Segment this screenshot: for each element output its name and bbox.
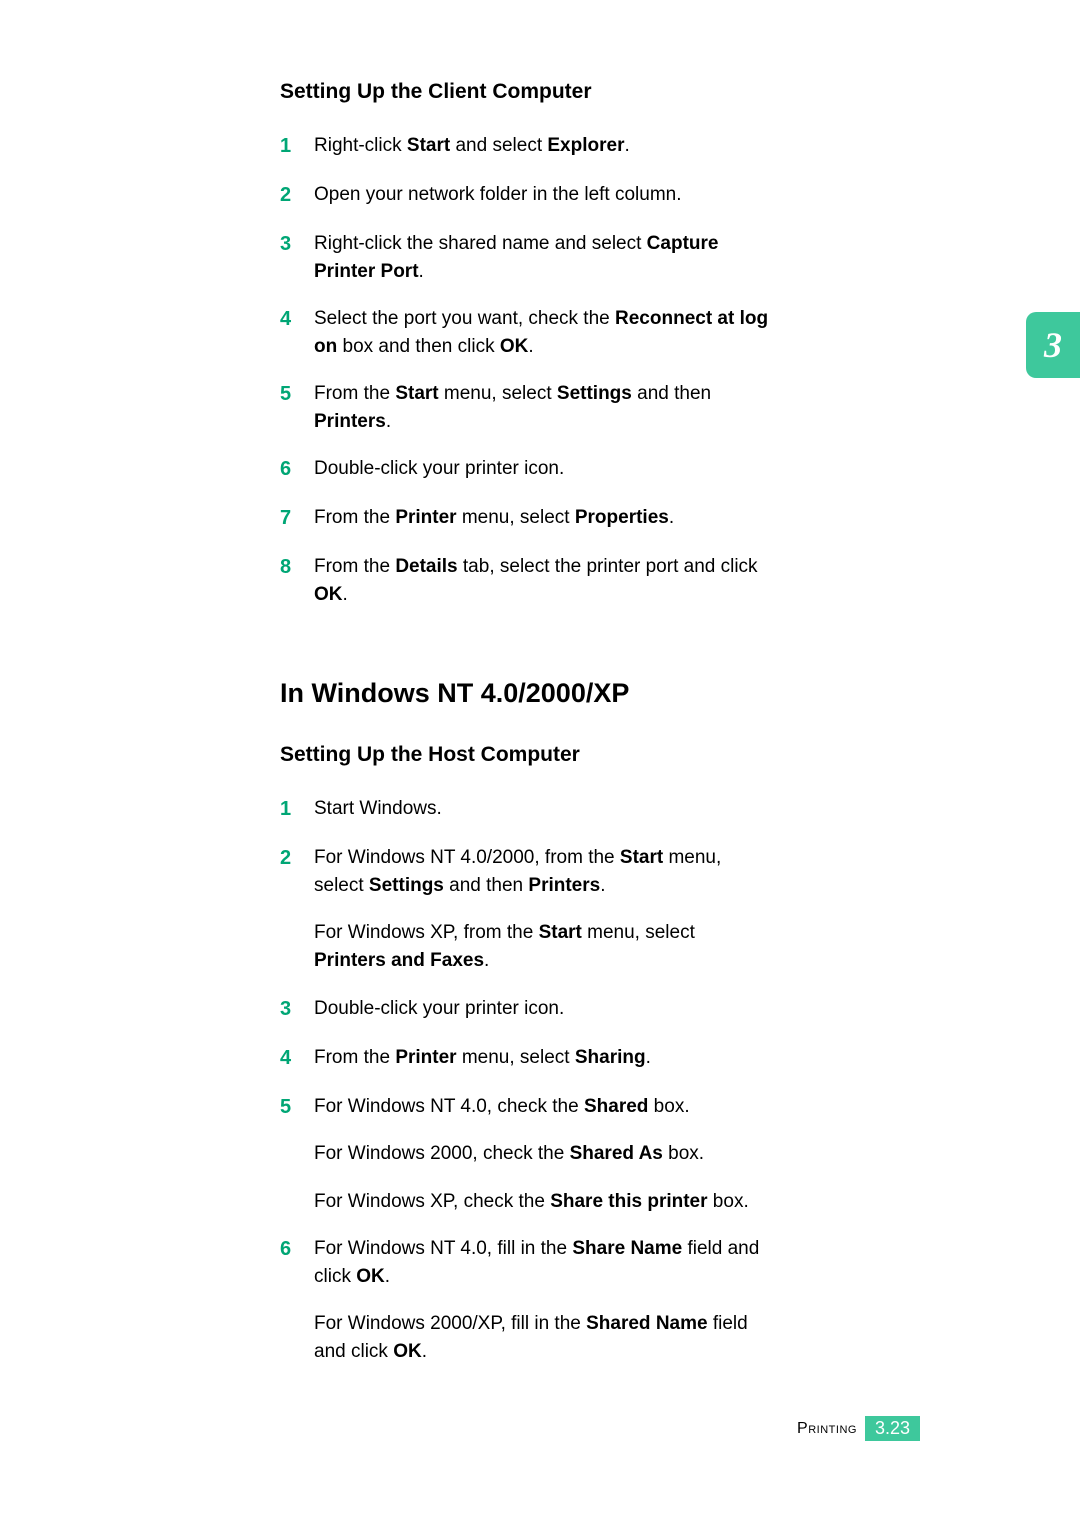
- step-body: For Windows NT 4.0, fill in the Share Na…: [314, 1235, 770, 1365]
- step-paragraph: For Windows XP, from the Start menu, sel…: [314, 919, 770, 974]
- heading-windows-nt: In Windows NT 4.0/2000/XP: [280, 678, 770, 709]
- section2-title: Setting Up the Host Computer: [280, 743, 770, 767]
- step: 6For Windows NT 4.0, fill in the Share N…: [280, 1235, 770, 1365]
- step: 6Double-click your printer icon.: [280, 455, 770, 484]
- step-number: 7: [280, 504, 314, 533]
- step-number: 2: [280, 844, 314, 974]
- step-paragraph: Start Windows.: [314, 795, 770, 823]
- step: 5For Windows NT 4.0, check the Shared bo…: [280, 1093, 770, 1216]
- step: 5From the Start menu, select Settings an…: [280, 380, 770, 435]
- step-number: 5: [280, 380, 314, 435]
- step-number: 3: [280, 995, 314, 1024]
- footer-label: Printing: [797, 1420, 857, 1438]
- step-body: Right-click Start and select Explorer.: [314, 132, 770, 161]
- step-paragraph: From the Printer menu, select Properties…: [314, 504, 770, 532]
- step: 7From the Printer menu, select Propertie…: [280, 504, 770, 533]
- step-body: From the Details tab, select the printer…: [314, 553, 770, 608]
- step-body: From the Printer menu, select Sharing.: [314, 1044, 770, 1073]
- step-paragraph: From the Details tab, select the printer…: [314, 553, 770, 608]
- chapter-tab: 3: [1026, 312, 1080, 378]
- step-number: 2: [280, 181, 314, 210]
- step: 2For Windows NT 4.0/2000, from the Start…: [280, 844, 770, 974]
- step-number: 6: [280, 455, 314, 484]
- step: 1Right-click Start and select Explorer.: [280, 132, 770, 161]
- step-body: Double-click your printer icon.: [314, 455, 770, 484]
- step-body: Start Windows.: [314, 795, 770, 824]
- step-number: 1: [280, 795, 314, 824]
- page-footer: Printing 3.23: [797, 1416, 920, 1441]
- step-number: 6: [280, 1235, 314, 1365]
- footer-page-number: 3.23: [865, 1416, 920, 1441]
- page-content: Setting Up the Client Computer 1Right-cl…: [0, 0, 870, 1365]
- step-number: 4: [280, 1044, 314, 1073]
- step-body: From the Start menu, select Settings and…: [314, 380, 770, 435]
- step-body: Double-click your printer icon.: [314, 995, 770, 1024]
- step-paragraph: For Windows XP, check the Share this pri…: [314, 1188, 770, 1216]
- step: 1Start Windows.: [280, 795, 770, 824]
- step-body: Open your network folder in the left col…: [314, 181, 770, 210]
- step: 4Select the port you want, check the Rec…: [280, 305, 770, 360]
- section1-steps: 1Right-click Start and select Explorer.2…: [280, 132, 770, 608]
- section2-steps: 1Start Windows.2For Windows NT 4.0/2000,…: [280, 795, 770, 1365]
- step: 3Right-click the shared name and select …: [280, 230, 770, 285]
- step-paragraph: Open your network folder in the left col…: [314, 181, 770, 209]
- step-paragraph: Right-click Start and select Explorer.: [314, 132, 770, 160]
- step-paragraph: For Windows 2000, check the Shared As bo…: [314, 1140, 770, 1168]
- step-body: For Windows NT 4.0, check the Shared box…: [314, 1093, 770, 1216]
- step-number: 3: [280, 230, 314, 285]
- step-number: 1: [280, 132, 314, 161]
- step-paragraph: For Windows NT 4.0/2000, from the Start …: [314, 844, 770, 899]
- step-paragraph: Right-click the shared name and select C…: [314, 230, 770, 285]
- step-paragraph: Select the port you want, check the Reco…: [314, 305, 770, 360]
- step: 8From the Details tab, select the printe…: [280, 553, 770, 608]
- step-paragraph: For Windows 2000/XP, fill in the Shared …: [314, 1310, 770, 1365]
- step: 3Double-click your printer icon.: [280, 995, 770, 1024]
- step-paragraph: From the Printer menu, select Sharing.: [314, 1044, 770, 1072]
- step-number: 4: [280, 305, 314, 360]
- step: 4From the Printer menu, select Sharing.: [280, 1044, 770, 1073]
- step-body: Select the port you want, check the Reco…: [314, 305, 770, 360]
- step-body: Right-click the shared name and select C…: [314, 230, 770, 285]
- section1-title: Setting Up the Client Computer: [280, 80, 770, 104]
- step-body: For Windows NT 4.0/2000, from the Start …: [314, 844, 770, 974]
- step: 2Open your network folder in the left co…: [280, 181, 770, 210]
- step-number: 8: [280, 553, 314, 608]
- step-paragraph: From the Start menu, select Settings and…: [314, 380, 770, 435]
- step-number: 5: [280, 1093, 314, 1216]
- step-paragraph: For Windows NT 4.0, check the Shared box…: [314, 1093, 770, 1121]
- step-paragraph: For Windows NT 4.0, fill in the Share Na…: [314, 1235, 770, 1290]
- step-paragraph: Double-click your printer icon.: [314, 995, 770, 1023]
- step-body: From the Printer menu, select Properties…: [314, 504, 770, 533]
- step-paragraph: Double-click your printer icon.: [314, 455, 770, 483]
